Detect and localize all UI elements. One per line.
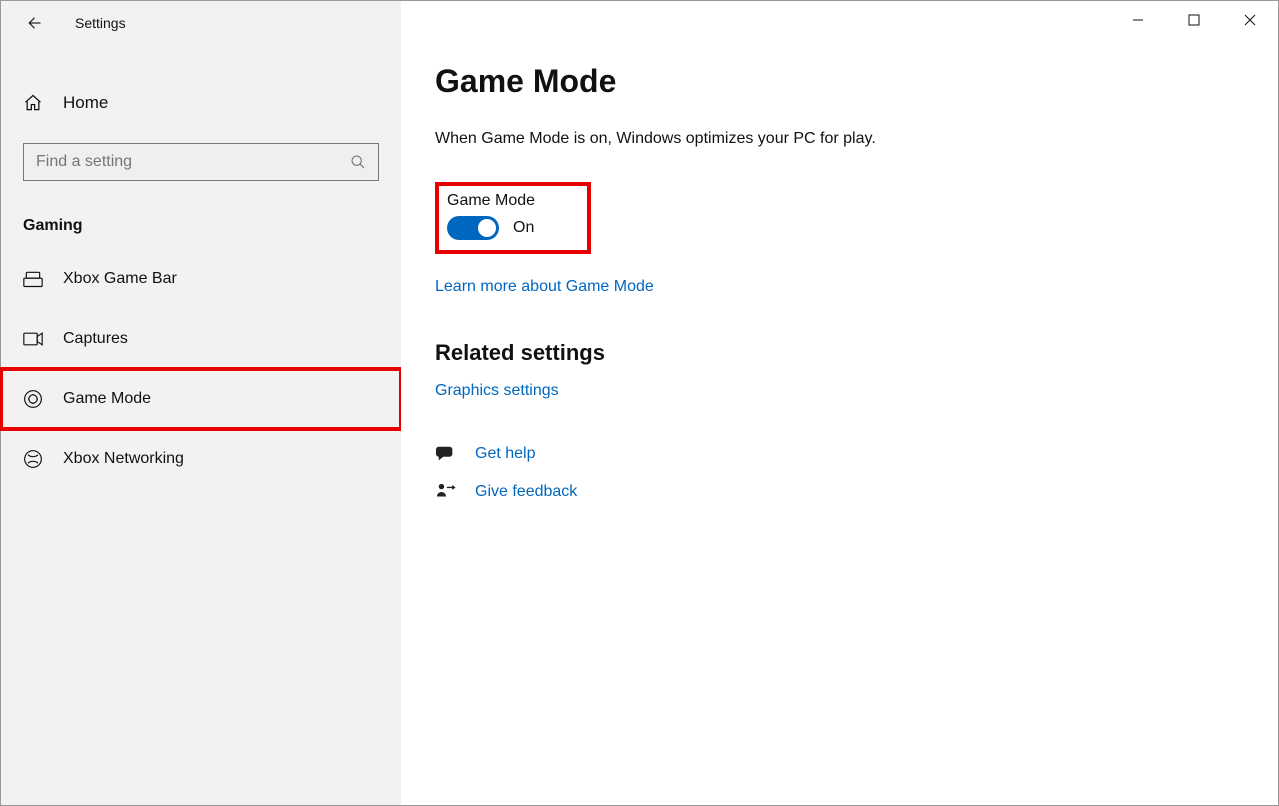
close-icon xyxy=(1244,14,1256,26)
give-feedback-link[interactable]: Give feedback xyxy=(475,483,577,501)
sidebar-home[interactable]: Home xyxy=(1,81,401,125)
sidebar-item-xbox-networking[interactable]: Xbox Networking xyxy=(1,429,401,489)
minimize-button[interactable] xyxy=(1110,1,1166,39)
learn-more-link[interactable]: Learn more about Game Mode xyxy=(435,278,654,296)
maximize-button[interactable] xyxy=(1166,1,1222,39)
graphics-settings-link[interactable]: Graphics settings xyxy=(435,382,559,400)
sidebar-item-game-mode[interactable]: Game Mode xyxy=(1,369,401,429)
page-heading: Game Mode xyxy=(435,63,1244,100)
search-input[interactable] xyxy=(36,153,350,171)
back-arrow-icon xyxy=(24,14,42,32)
search-box[interactable] xyxy=(23,143,379,181)
search-icon xyxy=(350,154,366,170)
search-container xyxy=(23,143,379,181)
get-help-link[interactable]: Get help xyxy=(475,445,535,463)
maximize-icon xyxy=(1188,14,1200,26)
nav-label: Game Mode xyxy=(63,390,151,408)
sidebar-item-xbox-game-bar[interactable]: Xbox Game Bar xyxy=(1,249,401,309)
toggle-row: On xyxy=(447,216,579,240)
game-mode-toggle[interactable] xyxy=(447,216,499,240)
back-button[interactable] xyxy=(21,11,45,35)
game-mode-toggle-block: Game Mode On xyxy=(435,182,591,254)
give-feedback-row[interactable]: Give feedback xyxy=(435,482,1244,502)
window-title: Settings xyxy=(75,15,126,31)
toggle-label: Game Mode xyxy=(447,192,579,210)
home-label: Home xyxy=(63,93,108,113)
feedback-icon xyxy=(435,482,475,502)
nav-label: Xbox Networking xyxy=(63,450,184,468)
sidebar: Settings Home Gaming Xbox Game Bar Captu… xyxy=(1,1,401,805)
game-mode-icon xyxy=(23,389,43,409)
page-description: When Game Mode is on, Windows optimizes … xyxy=(435,130,1244,148)
xbox-network-icon xyxy=(23,449,43,469)
svg-text:?: ? xyxy=(442,446,447,456)
nav-label: Captures xyxy=(63,330,128,348)
xbox-bar-icon xyxy=(23,270,43,288)
minimize-icon xyxy=(1132,14,1144,26)
toggle-state-text: On xyxy=(513,219,534,237)
close-button[interactable] xyxy=(1222,1,1278,39)
nav-label: Xbox Game Bar xyxy=(63,270,177,288)
category-heading: Gaming xyxy=(23,217,401,235)
get-help-row[interactable]: ? Get help xyxy=(435,444,1244,464)
toggle-knob xyxy=(478,219,496,237)
captures-icon xyxy=(23,330,43,348)
home-icon xyxy=(23,93,43,113)
main-pane: Game Mode When Game Mode is on, Windows … xyxy=(401,1,1278,805)
window-controls xyxy=(1110,1,1278,39)
sidebar-header: Settings xyxy=(1,1,401,45)
help-icon: ? xyxy=(435,444,475,464)
sidebar-item-captures[interactable]: Captures xyxy=(1,309,401,369)
related-settings-heading: Related settings xyxy=(435,340,1244,366)
